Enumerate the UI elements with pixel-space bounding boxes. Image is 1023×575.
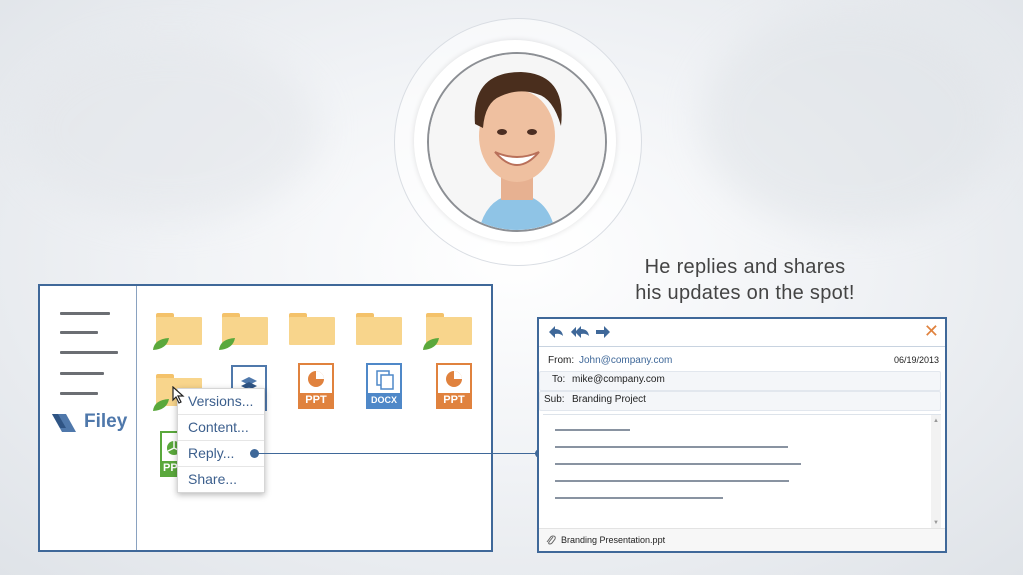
reply-icon[interactable]	[548, 325, 564, 339]
menu-item-content[interactable]: Content...	[178, 415, 264, 441]
text-line	[555, 497, 723, 499]
logo-text: Filey	[84, 411, 128, 432]
attachment-name: Branding Presentation.ppt	[561, 535, 666, 545]
scroll-up-icon[interactable]: ▲	[933, 418, 939, 424]
text-line	[555, 480, 789, 482]
tagline: He replies and shares his updates on the…	[600, 254, 890, 306]
close-icon[interactable]: ✕	[924, 322, 939, 340]
leaf-icon	[153, 338, 169, 350]
leaf-icon	[219, 338, 235, 350]
avatar	[427, 52, 607, 232]
filey-logo-icon	[52, 414, 76, 432]
connector-start-dot	[250, 449, 259, 458]
background-blur	[700, 10, 1000, 230]
attachment-bar[interactable]: Branding Presentation.ppt	[539, 528, 945, 551]
leaf-icon	[153, 399, 169, 411]
file-type-label: DOCX	[367, 393, 401, 407]
scrollbar[interactable]: ▲ ▼	[931, 415, 941, 529]
tagline-line-2: his updates on the spot!	[635, 282, 855, 304]
menu-item-share[interactable]: Share...	[178, 467, 264, 492]
menu-item-versions[interactable]: Versions...	[178, 389, 264, 415]
sidebar: Filey	[40, 286, 137, 550]
folder-icon[interactable]	[219, 313, 268, 350]
folder-icon[interactable]	[423, 313, 472, 350]
to-label: To:	[552, 374, 566, 385]
email-window: ✕ From: John@company.com 06/19/2013 To: …	[537, 317, 947, 553]
text-line	[555, 446, 788, 448]
user-portrait-icon	[429, 54, 605, 230]
docx-file-icon[interactable]: DOCX	[366, 363, 402, 409]
folder-icon[interactable]	[153, 313, 202, 350]
reply-all-icon[interactable]	[570, 325, 590, 339]
email-toolbar: ✕	[539, 319, 945, 347]
connector-line	[253, 453, 540, 454]
paperclip-icon	[546, 535, 556, 545]
filey-logo: Filey	[50, 410, 127, 434]
leaf-icon	[423, 338, 439, 350]
tagline-line-1: He replies and shares	[644, 256, 846, 278]
subject-label: Sub:	[544, 394, 565, 405]
email-body[interactable]: ▲ ▼	[543, 414, 941, 529]
scroll-down-icon[interactable]: ▼	[933, 520, 939, 526]
file-type-label: PPT	[299, 393, 333, 407]
background-blur	[20, 40, 320, 220]
folder-icon[interactable]	[289, 313, 335, 345]
subject-value: Branding Project	[572, 394, 646, 405]
subject-row: Sub: Branding Project	[539, 390, 945, 409]
text-line	[555, 463, 801, 465]
from-label: From:	[548, 355, 575, 366]
to-row: To: mike@company.com	[539, 370, 945, 389]
folder-icon[interactable]	[356, 313, 402, 345]
from-row: From: John@company.com 06/19/2013	[539, 351, 945, 370]
file-type-label: PPT	[437, 393, 471, 407]
text-line	[555, 429, 630, 431]
forward-icon[interactable]	[595, 325, 611, 339]
mouse-cursor-icon	[172, 386, 185, 404]
ppt-file-icon[interactable]: PPT	[436, 363, 472, 409]
from-value[interactable]: John@company.com	[579, 351, 672, 370]
ppt-file-icon[interactable]: PPT	[298, 363, 334, 409]
to-value: mike@company.com	[572, 374, 665, 385]
email-date: 06/19/2013	[893, 355, 939, 365]
context-menu: Versions... Content... Reply... Share...	[177, 388, 265, 493]
